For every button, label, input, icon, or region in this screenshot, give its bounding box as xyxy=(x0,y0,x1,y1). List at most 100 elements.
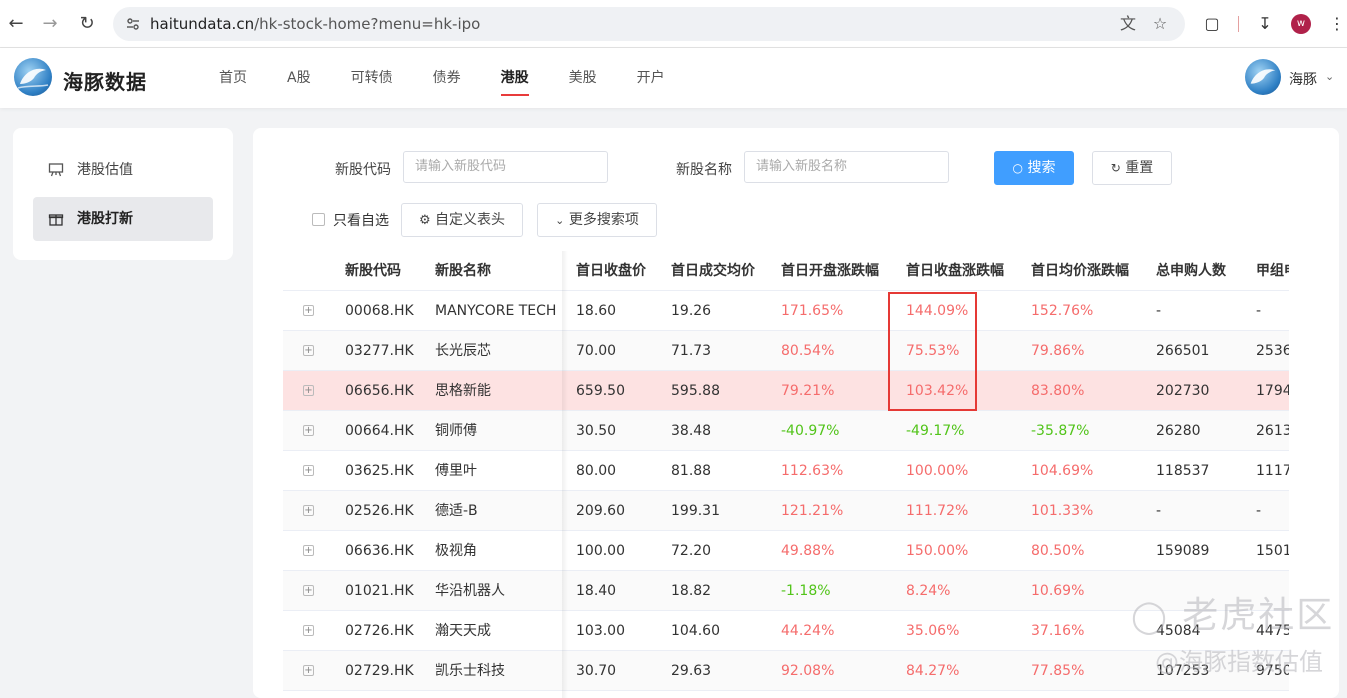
back-arrow-icon[interactable]: ← xyxy=(6,14,26,34)
table-row[interactable]: +03277.HK 长光辰芯 70.00 71.73 80.54% 75.53% 79.86… xyxy=(283,331,1289,371)
browser-menu-icon[interactable]: ⋮ xyxy=(1327,14,1347,34)
gear-icon: ⚙ xyxy=(418,213,431,228)
table-cell-code: 01021.HK xyxy=(345,583,414,599)
expand-row-icon[interactable]: + xyxy=(303,665,314,676)
menu-item-home[interactable]: 首页 xyxy=(219,48,247,108)
dolphin-logo-icon[interactable] xyxy=(14,58,52,96)
download-icon[interactable]: ↧ xyxy=(1255,14,1275,34)
table-cell-avg-chg: 77.85% xyxy=(1031,663,1085,679)
expand-row-icon[interactable]: + xyxy=(303,465,314,476)
table-row[interactable]: +02729.HK 凯乐士科技 30.70 29.63 92.08% 84.27% 77.8… xyxy=(283,651,1289,691)
main-menu: 首页 A股 可转债 债券 港股 美股 开户 xyxy=(219,48,705,108)
toolbar-divider xyxy=(1238,16,1239,32)
table-row[interactable]: +00664.HK 铜师傅 30.50 38.48 -40.97% -49.17% -35.… xyxy=(283,411,1289,451)
table-cell-name: 思格新能 xyxy=(435,383,491,399)
expand-row-icon[interactable]: + xyxy=(303,585,314,596)
name-filter-label: 新股名称 xyxy=(676,162,732,178)
table-cell-avg: 81.88 xyxy=(671,463,712,479)
sidebar-item-hk-ipo[interactable]: 港股打新 xyxy=(33,197,213,241)
table-cell-avg-chg: 79.86% xyxy=(1031,343,1085,359)
custom-header-button[interactable]: ⚙ 自定义表头 xyxy=(401,203,523,237)
expand-row-icon[interactable]: + xyxy=(303,305,314,316)
translate-icon[interactable]: 文 xyxy=(1119,15,1137,33)
column-header[interactable]: 首日收盘涨跌幅 xyxy=(906,251,1004,291)
menu-item-us-stock[interactable]: 美股 xyxy=(569,48,597,108)
forward-arrow-icon[interactable]: → xyxy=(40,14,60,34)
table-cell-code: 06636.HK xyxy=(345,543,414,559)
table-cell-name: 极视角 xyxy=(435,543,477,559)
table-row[interactable]: +00068.HK MANYCORE TECH 18.60 19.26 171.65% 1… xyxy=(283,291,1289,331)
table-cell-close-chg: -49.17% xyxy=(906,423,965,439)
table-cell-close-chg: 35.06% xyxy=(906,623,960,639)
table-cell-close-chg: 84.27% xyxy=(906,663,960,679)
table-cell-name: 傅里叶 xyxy=(435,463,477,479)
refresh-icon: ↻ xyxy=(1110,161,1121,175)
menu-item-convertible[interactable]: 可转债 xyxy=(351,48,393,108)
user-name[interactable]: 海豚 xyxy=(1289,69,1317,89)
table-cell-avg: 18.82 xyxy=(671,583,712,599)
column-header[interactable]: 甲组申 xyxy=(1256,251,1289,291)
user-avatar[interactable] xyxy=(1245,59,1281,95)
site-settings-icon[interactable] xyxy=(125,16,141,32)
brand-name[interactable]: 海豚数据 xyxy=(63,66,147,95)
table-cell-avg-chg: 101.33% xyxy=(1031,503,1094,519)
table-cell-name: 长光辰芯 xyxy=(435,343,491,359)
address-bar[interactable]: haitundata.cn/hk-stock-home?menu=hk-ipo … xyxy=(113,7,1185,41)
reset-button-label: 重置 xyxy=(1125,160,1154,176)
table-cell-groupa: - xyxy=(1256,303,1262,319)
column-header[interactable]: 首日成交均价 xyxy=(671,251,755,291)
column-header[interactable]: 首日开盘涨跌幅 xyxy=(781,251,879,291)
column-header[interactable]: 首日收盘价 xyxy=(576,251,646,291)
chevron-down-icon[interactable]: ⌄ xyxy=(1325,70,1334,83)
stock-name-input[interactable]: 请输入新股名称 xyxy=(744,151,949,183)
column-header[interactable]: 新股代码 xyxy=(345,251,401,291)
table-cell-applicants: 26280 xyxy=(1156,423,1201,439)
table-cell-open-chg: 44.24% xyxy=(781,623,835,639)
menu-item-open-account[interactable]: 开户 xyxy=(637,48,665,108)
table-cell-close-chg: 8.24% xyxy=(906,583,951,599)
column-header[interactable]: 新股名称 xyxy=(435,251,491,291)
sidebar-item-hk-valuation[interactable]: 港股估值 xyxy=(33,148,213,192)
search-button-label: 搜索 xyxy=(1027,160,1056,176)
extensions-icon[interactable]: ▢ xyxy=(1202,14,1222,34)
chevron-down-icon: ⌄ xyxy=(555,214,565,227)
expand-row-icon[interactable]: + xyxy=(303,625,314,636)
menu-item-bond[interactable]: 债券 xyxy=(433,48,461,108)
bookmark-star-icon[interactable]: ☆ xyxy=(1151,15,1169,33)
expand-row-icon[interactable]: + xyxy=(303,505,314,516)
reload-icon[interactable]: ↻ xyxy=(77,14,97,34)
more-search-button[interactable]: ⌄ 更多搜索项 xyxy=(537,203,657,237)
fixed-column-shadow xyxy=(562,251,568,698)
column-header[interactable]: 首日均价涨跌幅 xyxy=(1031,251,1129,291)
table-cell-open-chg: 92.08% xyxy=(781,663,835,679)
expand-row-icon[interactable]: + xyxy=(303,545,314,556)
menu-item-hk-stock[interactable]: 港股 xyxy=(500,48,529,108)
code-filter-label: 新股代码 xyxy=(335,162,391,178)
expand-row-icon[interactable]: + xyxy=(303,345,314,356)
table-cell-groupa: 26134 xyxy=(1256,423,1289,439)
watchlist-checkbox[interactable] xyxy=(312,213,325,226)
table-cell-applicants: 118537 xyxy=(1156,463,1210,479)
table-cell-groupa: 17945 xyxy=(1256,383,1289,399)
tiger-logo-icon: ◯ xyxy=(1131,597,1169,635)
table-cell-applicants: 266501 xyxy=(1156,343,1210,359)
table-cell-avg: 104.60 xyxy=(671,623,720,639)
table-cell-open-chg: 112.63% xyxy=(781,463,844,479)
watchlist-label[interactable]: 只看自选 xyxy=(333,210,389,230)
table-cell-name: 铜师傅 xyxy=(435,423,477,439)
profile-avatar[interactable]: w xyxy=(1291,14,1311,34)
expand-row-icon[interactable]: + xyxy=(303,385,314,396)
stock-code-input[interactable]: 请输入新股代码 xyxy=(403,151,608,183)
table-cell-name: 华沿机器人 xyxy=(435,583,505,599)
table-row[interactable]: +06636.HK 极视角 100.00 72.20 49.88% 150.00% 80.5… xyxy=(283,531,1289,571)
expand-row-icon[interactable]: + xyxy=(303,425,314,436)
menu-item-a-share[interactable]: A股 xyxy=(287,48,311,108)
url-path: /hk-stock-home?menu=hk-ipo xyxy=(254,15,481,33)
table-row[interactable]: +03625.HK 傅里叶 80.00 81.88 112.63% 100.00% 104.… xyxy=(283,451,1289,491)
search-button[interactable]: ○ 搜索 xyxy=(994,151,1074,185)
reset-button[interactable]: ↻ 重置 xyxy=(1092,151,1172,185)
table-row[interactable]: +06656.HK 思格新能 659.50 595.88 79.21% 103.42% 83… xyxy=(283,371,1289,411)
column-header[interactable]: 总申购人数 xyxy=(1156,251,1226,291)
table-row[interactable]: +02526.HK 德适-B 209.60 199.31 121.21% 111.72% 1… xyxy=(283,491,1289,531)
table-cell-open-chg: 79.21% xyxy=(781,383,835,399)
